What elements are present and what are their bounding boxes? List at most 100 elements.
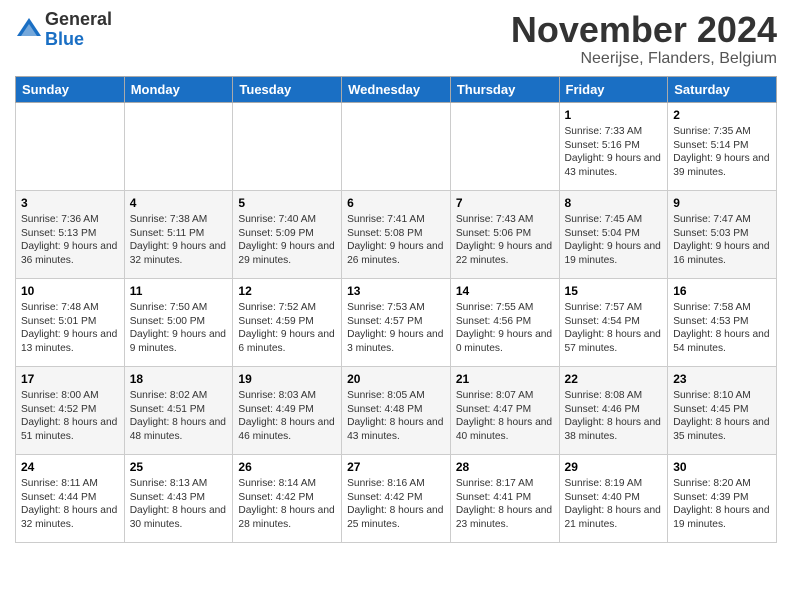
day-info: Sunrise: 7:52 AMSunset: 4:59 PMDaylight:… bbox=[238, 301, 336, 356]
table-row: 18 Sunrise: 8:02 AMSunset: 4:51 PMDayligh… bbox=[124, 366, 233, 454]
col-friday: Friday bbox=[559, 76, 668, 102]
day-info: Sunrise: 7:58 AMSunset: 4:53 PMDaylight:… bbox=[673, 301, 771, 356]
col-saturday: Saturday bbox=[668, 76, 777, 102]
day-number: 18 bbox=[130, 371, 228, 387]
table-row: 14Sunrise: 7:55 AMSunset: 4:56 PMDayligh… bbox=[450, 278, 559, 366]
day-info: Sunrise: 8:20 AMSunset: 4:39 PMDaylight:… bbox=[673, 477, 771, 532]
day-number: 9 bbox=[673, 195, 771, 211]
calendar-page: General Blue November 2024 Neerijse, Fla… bbox=[0, 0, 792, 612]
day-number: 23 bbox=[673, 371, 771, 387]
day-number: 3 bbox=[21, 195, 119, 211]
day-number: 28 bbox=[456, 459, 554, 475]
day-number: 12 bbox=[238, 283, 336, 299]
day-info: Sunrise: 8:05 AMSunset: 4:48 PMDaylight:… bbox=[347, 389, 445, 444]
col-wednesday: Wednesday bbox=[342, 76, 451, 102]
table-row: 11 Sunrise: 7:50 AMSunset: 5:00 PMDayligh… bbox=[124, 278, 233, 366]
table-row: 23Sunrise: 8:10 AMSunset: 4:45 PMDayligh… bbox=[668, 366, 777, 454]
calendar-week-row: 1 Sunrise: 7:33 AMSunset: 5:16 PMDaylight… bbox=[16, 102, 777, 190]
table-row: 28 Sunrise: 8:17 AMSunset: 4:41 PMDayligh… bbox=[450, 454, 559, 542]
table-row: 30 Sunrise: 8:20 AMSunset: 4:39 PMDayligh… bbox=[668, 454, 777, 542]
table-row: 25 Sunrise: 8:13 AMSunset: 4:43 PMDayligh… bbox=[124, 454, 233, 542]
day-number: 16 bbox=[673, 283, 771, 299]
day-info: Sunrise: 7:47 AMSunset: 5:03 PMDaylight:… bbox=[673, 213, 771, 268]
table-row: 1 Sunrise: 7:33 AMSunset: 5:16 PMDaylight… bbox=[559, 102, 668, 190]
col-tuesday: Tuesday bbox=[233, 76, 342, 102]
day-info: Sunrise: 8:08 AMSunset: 4:46 PMDaylight:… bbox=[565, 389, 663, 444]
day-info: Sunrise: 8:03 AMSunset: 4:49 PMDaylight:… bbox=[238, 389, 336, 444]
day-number: 29 bbox=[565, 459, 663, 475]
table-row: 3 Sunrise: 7:36 AMSunset: 5:13 PMDaylight… bbox=[16, 190, 125, 278]
day-number: 26 bbox=[238, 459, 336, 475]
day-info: Sunrise: 8:16 AMSunset: 4:42 PMDaylight:… bbox=[347, 477, 445, 532]
day-info: Sunrise: 8:14 AMSunset: 4:42 PMDaylight:… bbox=[238, 477, 336, 532]
table-row: 5 Sunrise: 7:40 AMSunset: 5:09 PMDaylight… bbox=[233, 190, 342, 278]
day-number: 27 bbox=[347, 459, 445, 475]
day-info: Sunrise: 7:40 AMSunset: 5:09 PMDaylight:… bbox=[238, 213, 336, 268]
day-info: Sunrise: 8:02 AMSunset: 4:51 PMDaylight:… bbox=[130, 389, 228, 444]
day-number: 10 bbox=[21, 283, 119, 299]
table-row: 19Sunrise: 8:03 AMSunset: 4:49 PMDayligh… bbox=[233, 366, 342, 454]
col-sunday: Sunday bbox=[16, 76, 125, 102]
table-row: 4 Sunrise: 7:38 AMSunset: 5:11 PMDaylight… bbox=[124, 190, 233, 278]
table-row bbox=[124, 102, 233, 190]
location-subtitle: Neerijse, Flanders, Belgium bbox=[511, 50, 777, 68]
day-number: 8 bbox=[565, 195, 663, 211]
day-info: Sunrise: 8:19 AMSunset: 4:40 PMDaylight:… bbox=[565, 477, 663, 532]
day-info: Sunrise: 7:53 AMSunset: 4:57 PMDaylight:… bbox=[347, 301, 445, 356]
month-title: November 2024 bbox=[511, 10, 777, 50]
day-info: Sunrise: 7:45 AMSunset: 5:04 PMDaylight:… bbox=[565, 213, 663, 268]
table-row: 27 Sunrise: 8:16 AMSunset: 4:42 PMDayligh… bbox=[342, 454, 451, 542]
logo-general: General bbox=[45, 10, 112, 30]
table-row: 16 Sunrise: 7:58 AMSunset: 4:53 PMDayligh… bbox=[668, 278, 777, 366]
table-row: 7 Sunrise: 7:43 AMSunset: 5:06 PMDaylight… bbox=[450, 190, 559, 278]
table-row: 12 Sunrise: 7:52 AMSunset: 4:59 PMDayligh… bbox=[233, 278, 342, 366]
day-number: 20 bbox=[347, 371, 445, 387]
day-info: Sunrise: 8:11 AMSunset: 4:44 PMDaylight:… bbox=[21, 477, 119, 532]
logo-icon bbox=[15, 16, 43, 44]
col-thursday: Thursday bbox=[450, 76, 559, 102]
day-info: Sunrise: 7:38 AMSunset: 5:11 PMDaylight:… bbox=[130, 213, 228, 268]
table-row bbox=[450, 102, 559, 190]
table-row: 2 Sunrise: 7:35 AMSunset: 5:14 PMDaylight… bbox=[668, 102, 777, 190]
calendar-week-row: 3 Sunrise: 7:36 AMSunset: 5:13 PMDaylight… bbox=[16, 190, 777, 278]
table-row: 8 Sunrise: 7:45 AMSunset: 5:04 PMDaylight… bbox=[559, 190, 668, 278]
table-row: 15 Sunrise: 7:57 AMSunset: 4:54 PMDayligh… bbox=[559, 278, 668, 366]
day-number: 1 bbox=[565, 107, 663, 123]
day-number: 14 bbox=[456, 283, 554, 299]
table-row: 26 Sunrise: 8:14 AMSunset: 4:42 PMDayligh… bbox=[233, 454, 342, 542]
day-number: 21 bbox=[456, 371, 554, 387]
day-number: 25 bbox=[130, 459, 228, 475]
day-number: 15 bbox=[565, 283, 663, 299]
day-info: Sunrise: 7:57 AMSunset: 4:54 PMDaylight:… bbox=[565, 301, 663, 356]
day-number: 6 bbox=[347, 195, 445, 211]
table-row bbox=[342, 102, 451, 190]
title-section: November 2024 Neerijse, Flanders, Belgiu… bbox=[511, 10, 777, 68]
table-row: 13 Sunrise: 7:53 AMSunset: 4:57 PMDayligh… bbox=[342, 278, 451, 366]
day-number: 7 bbox=[456, 195, 554, 211]
day-number: 2 bbox=[673, 107, 771, 123]
calendar-week-row: 10Sunrise: 7:48 AMSunset: 5:01 PMDayligh… bbox=[16, 278, 777, 366]
day-number: 30 bbox=[673, 459, 771, 475]
day-number: 4 bbox=[130, 195, 228, 211]
calendar-week-row: 17Sunrise: 8:00 AMSunset: 4:52 PMDayligh… bbox=[16, 366, 777, 454]
day-number: 5 bbox=[238, 195, 336, 211]
day-number: 13 bbox=[347, 283, 445, 299]
logo: General Blue bbox=[15, 10, 112, 50]
calendar-table: Sunday Monday Tuesday Wednesday Thursday… bbox=[15, 76, 777, 543]
logo-text: General Blue bbox=[45, 10, 112, 50]
table-row: 9 Sunrise: 7:47 AMSunset: 5:03 PMDaylight… bbox=[668, 190, 777, 278]
day-info: Sunrise: 8:13 AMSunset: 4:43 PMDaylight:… bbox=[130, 477, 228, 532]
day-info: Sunrise: 7:43 AMSunset: 5:06 PMDaylight:… bbox=[456, 213, 554, 268]
day-info: Sunrise: 7:50 AMSunset: 5:00 PMDaylight:… bbox=[130, 301, 228, 356]
col-monday: Monday bbox=[124, 76, 233, 102]
day-info: Sunrise: 8:07 AMSunset: 4:47 PMDaylight:… bbox=[456, 389, 554, 444]
day-number: 11 bbox=[130, 283, 228, 299]
day-info: Sunrise: 7:36 AMSunset: 5:13 PMDaylight:… bbox=[21, 213, 119, 268]
table-row: 21 Sunrise: 8:07 AMSunset: 4:47 PMDayligh… bbox=[450, 366, 559, 454]
day-info: Sunrise: 7:33 AMSunset: 5:16 PMDaylight:… bbox=[565, 125, 663, 180]
day-info: Sunrise: 7:35 AMSunset: 5:14 PMDaylight:… bbox=[673, 125, 771, 180]
calendar-week-row: 24Sunrise: 8:11 AMSunset: 4:44 PMDayligh… bbox=[16, 454, 777, 542]
day-number: 17 bbox=[21, 371, 119, 387]
day-info: Sunrise: 8:17 AMSunset: 4:41 PMDaylight:… bbox=[456, 477, 554, 532]
logo-blue: Blue bbox=[45, 30, 112, 50]
